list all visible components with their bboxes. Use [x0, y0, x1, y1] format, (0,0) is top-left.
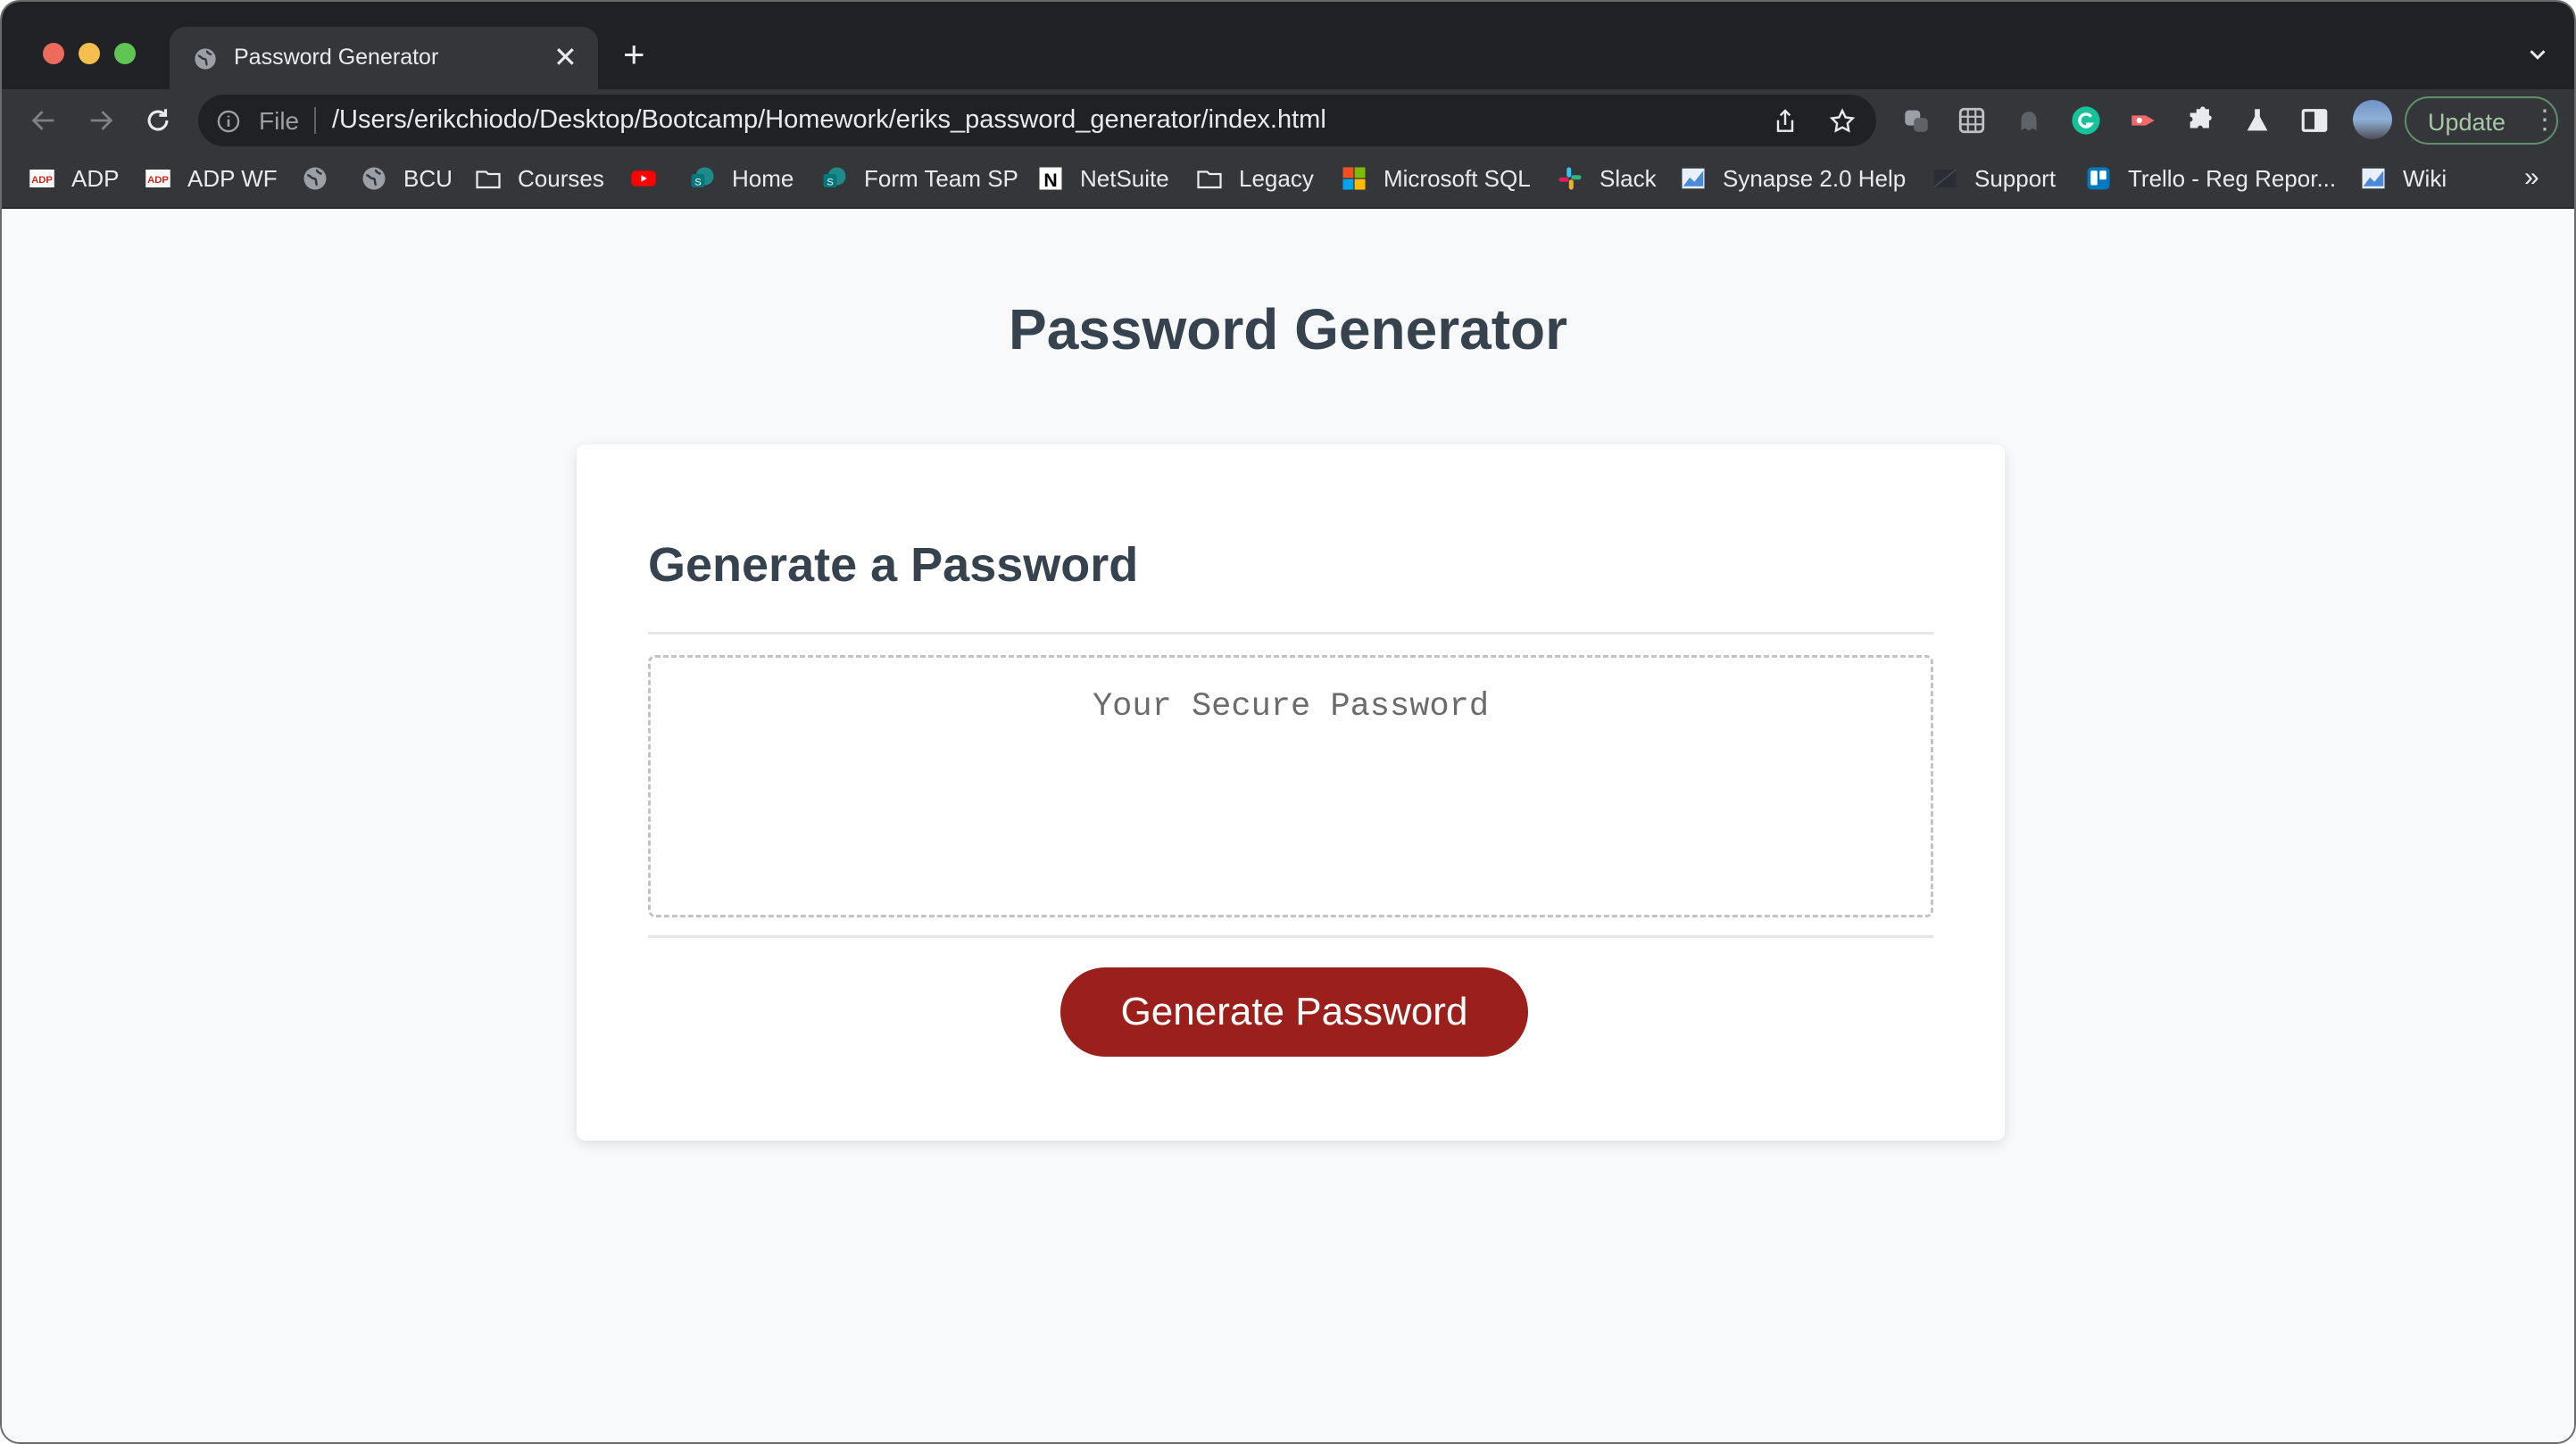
extension-translate-icon[interactable]	[1901, 105, 1932, 136]
bookmarks-overflow-icon[interactable]: »	[2524, 162, 2539, 193]
bookmark-adp-wf[interactable]: ADP ADP WF	[145, 162, 278, 195]
bookmark-courses[interactable]: Courses	[475, 162, 604, 195]
extension-grid-icon[interactable]	[1957, 105, 1987, 136]
star-icon[interactable]	[1828, 107, 1857, 136]
grammarly-icon[interactable]	[2071, 105, 2101, 136]
globe-icon	[195, 48, 216, 70]
extension-record-icon[interactable]	[2128, 105, 2158, 136]
microsoft-icon	[1342, 167, 1366, 190]
update-button[interactable]: Update ⋮	[2405, 96, 2558, 145]
generate-password-button[interactable]: Generate Password	[1060, 967, 1528, 1057]
sharepoint-icon: S	[823, 167, 846, 188]
forward-arrow-icon[interactable]	[86, 105, 116, 136]
adp-icon: ADP	[29, 170, 54, 187]
more-menu-icon[interactable]: ⋮	[2531, 105, 2558, 136]
globe-icon	[362, 167, 386, 190]
bookmark-home[interactable]: S Home	[689, 162, 794, 195]
card-footer-divider	[648, 935, 1933, 938]
new-tab-button[interactable]: +	[623, 36, 645, 73]
svg-text:N: N	[1043, 170, 1057, 191]
youtube-icon	[631, 170, 656, 187]
bookmark-support[interactable]: Support	[1932, 162, 2056, 195]
bookmark-slack[interactable]: Slack	[1557, 162, 1657, 195]
puzzle-icon[interactable]	[2185, 105, 2215, 136]
password-placeholder: Your Secure Password	[1092, 688, 1490, 726]
svg-text:S: S	[827, 178, 834, 188]
bookmark-youtube[interactable]	[630, 162, 673, 195]
card-header-divider	[648, 632, 1933, 635]
globe-icon	[303, 167, 327, 190]
browser-window: Password Generator ✕ + File /Users/erikc…	[0, 0, 2576, 1444]
support-icon	[1933, 169, 1957, 188]
bookmark-microsoft-sql[interactable]: Microsoft SQL	[1341, 162, 1531, 195]
bookmark-trello[interactable]: Trello - Reg Repor...	[2085, 162, 2336, 195]
card-heading: Generate a Password	[648, 538, 1139, 592]
page-content: Password Generator Generate a Password Y…	[2, 211, 2574, 1442]
folder-icon	[476, 170, 501, 189]
bookmark-legacy[interactable]: Legacy	[1196, 162, 1314, 195]
browser-toolbar: File /Users/erikchiodo/Desktop/Bootcamp/…	[2, 89, 2574, 152]
maximize-window-button[interactable]	[114, 43, 136, 64]
password-textarea[interactable]: Your Secure Password	[648, 655, 1933, 917]
page-title: Password Generator	[1009, 297, 1567, 361]
bookmark-adp[interactable]: ADP ADP	[29, 162, 119, 195]
sharepoint-icon: S	[691, 167, 714, 188]
url-text[interactable]: /Users/erikchiodo/Desktop/Bootcamp/Homew…	[332, 105, 1326, 135]
bookmark-bcu[interactable]: BCU	[361, 162, 453, 195]
svg-text:ADP: ADP	[31, 175, 53, 186]
back-arrow-icon[interactable]	[29, 105, 59, 136]
generate-password-label: Generate Password	[1120, 990, 1468, 1033]
password-card: Generate a Password Your Secure Password…	[577, 444, 2005, 1141]
share-icon[interactable]	[1771, 107, 1799, 136]
chevron-down-icon[interactable]	[2524, 41, 2551, 68]
tab-close-icon[interactable]: ✕	[553, 39, 578, 75]
profile-avatar[interactable]	[2353, 100, 2392, 139]
chart-icon	[2362, 168, 2385, 189]
bookmark-globe[interactable]	[302, 162, 345, 195]
slack-icon	[1558, 167, 1582, 190]
trello-icon	[2087, 167, 2110, 190]
side-panel-icon[interactable]	[2299, 105, 2330, 136]
svg-text:ADP: ADP	[147, 175, 169, 186]
update-label: Update	[2428, 109, 2506, 136]
reload-icon[interactable]	[143, 105, 173, 136]
bookmark-synapse-help[interactable]: Synapse 2.0 Help	[1680, 162, 1906, 195]
netsuite-icon: N	[1039, 167, 1062, 191]
bookmark-wiki[interactable]: Wiki	[2360, 162, 2447, 195]
bookmark-form-team-sp[interactable]: S Form Team SP	[821, 162, 1018, 195]
tab-strip: Password Generator ✕ +	[2, 2, 2574, 89]
svg-text:S: S	[694, 178, 702, 188]
flask-icon[interactable]	[2242, 105, 2273, 136]
minimize-window-button[interactable]	[79, 43, 100, 64]
bookmark-netsuite[interactable]: N NetSuite	[1037, 162, 1169, 195]
info-icon[interactable]	[216, 109, 241, 134]
bookmarks-bar: ADP ADP ADP ADP WF BCU Courses S Home S	[2, 152, 2574, 209]
adp-icon: ADP	[145, 170, 170, 187]
scheme-divider	[314, 107, 316, 134]
tab-title: Password Generator	[234, 45, 439, 70]
extension-ghost-icon[interactable]	[2014, 105, 2044, 136]
close-window-button[interactable]	[43, 43, 64, 64]
tab-password-generator[interactable]: Password Generator ✕	[170, 27, 598, 89]
chart-icon	[1682, 168, 1705, 189]
address-bar[interactable]: File /Users/erikchiodo/Desktop/Bootcamp/…	[198, 95, 1876, 146]
scheme-label: File	[259, 107, 300, 135]
folder-icon	[1197, 170, 1222, 189]
